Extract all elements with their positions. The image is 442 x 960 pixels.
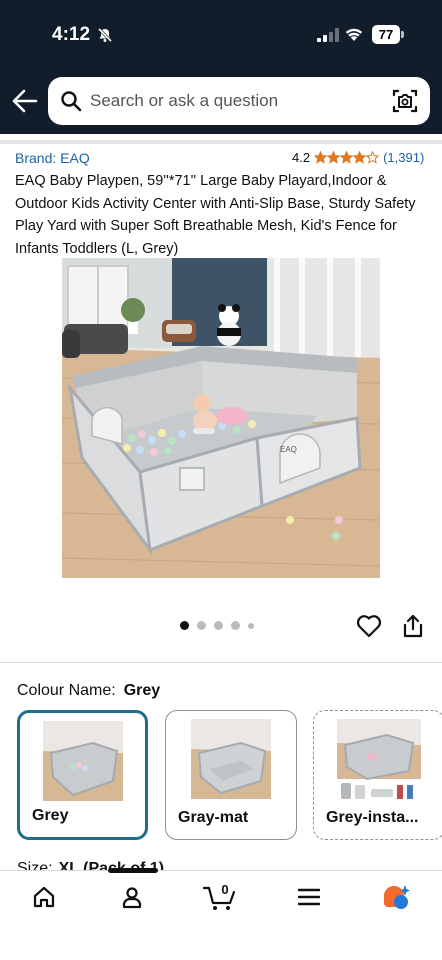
colour-option-grey[interactable]: Grey	[17, 710, 148, 840]
carousel-dot[interactable]	[214, 621, 223, 630]
section-divider	[0, 662, 442, 663]
carousel-dot[interactable]	[197, 621, 206, 630]
search-icon	[61, 91, 82, 112]
battery-level: 77	[372, 25, 400, 44]
carousel-dot[interactable]	[180, 621, 189, 630]
battery-indicator: 77	[372, 25, 404, 44]
rating-summary[interactable]: 4.2 (1,391)	[292, 150, 424, 165]
rating-value: 4.2	[292, 150, 311, 165]
colour-option-gray-mat[interactable]: Gray-mat	[165, 710, 297, 840]
image-brand-label: EAQ	[280, 445, 297, 454]
bottom-nav-bar: 0	[0, 870, 442, 960]
app-header: 4:12 77	[0, 0, 442, 134]
carousel-dots	[180, 621, 262, 630]
star-icon	[314, 151, 328, 164]
star-icon	[353, 151, 367, 164]
carousel-dot[interactable]	[248, 622, 254, 629]
variant-thumbnail	[42, 721, 123, 801]
product-image[interactable]: EAQ	[62, 258, 380, 578]
colour-selected-value: Grey	[123, 682, 161, 699]
home-icon[interactable]	[32, 885, 56, 909]
star-rating	[314, 151, 380, 164]
share-icon[interactable]	[401, 613, 425, 639]
search-bar[interactable]	[48, 77, 430, 125]
rufus-assistant-icon[interactable]	[381, 883, 411, 911]
rating-count: (1,391)	[383, 150, 425, 165]
variant-thumbnail	[191, 719, 271, 799]
star-icon	[366, 151, 380, 164]
search-input[interactable]	[90, 88, 380, 114]
star-icon	[340, 151, 354, 164]
brand-link[interactable]: Brand: EAQ	[15, 150, 90, 166]
variant-thumbnail	[337, 719, 421, 799]
status-time: 4:12	[52, 24, 91, 45]
battery-tip	[401, 31, 404, 38]
bell-muted-icon	[97, 27, 113, 43]
colour-option-grey-installation[interactable]: Grey-insta...	[313, 710, 442, 840]
carousel-dot[interactable]	[231, 621, 240, 630]
product-title: EAQ Baby Playpen, 59''*71'' Large Baby P…	[15, 173, 416, 257]
app-screen: 4:12 77 Search or ask a question Brand: …	[0, 0, 442, 960]
variant-label: Grey	[32, 807, 69, 824]
account-icon[interactable]	[120, 885, 144, 909]
variant-label: Gray-mat	[178, 809, 249, 826]
menu-icon[interactable]	[298, 888, 320, 906]
colour-label: Colour Name:	[17, 682, 116, 699]
star-icon	[327, 151, 341, 164]
wifi-icon	[345, 28, 363, 41]
back-arrow-icon[interactable]	[10, 86, 40, 116]
camera-lens-icon[interactable]	[392, 88, 418, 114]
cart-count-badge: 0	[221, 882, 229, 897]
variant-label: Grey-insta...	[326, 809, 419, 826]
colour-selector-header: Colour Name: Grey	[17, 682, 160, 700]
signal-icon	[317, 28, 339, 42]
home-indicator	[108, 868, 158, 873]
header-divider	[0, 140, 442, 144]
heart-icon[interactable]	[356, 614, 382, 638]
